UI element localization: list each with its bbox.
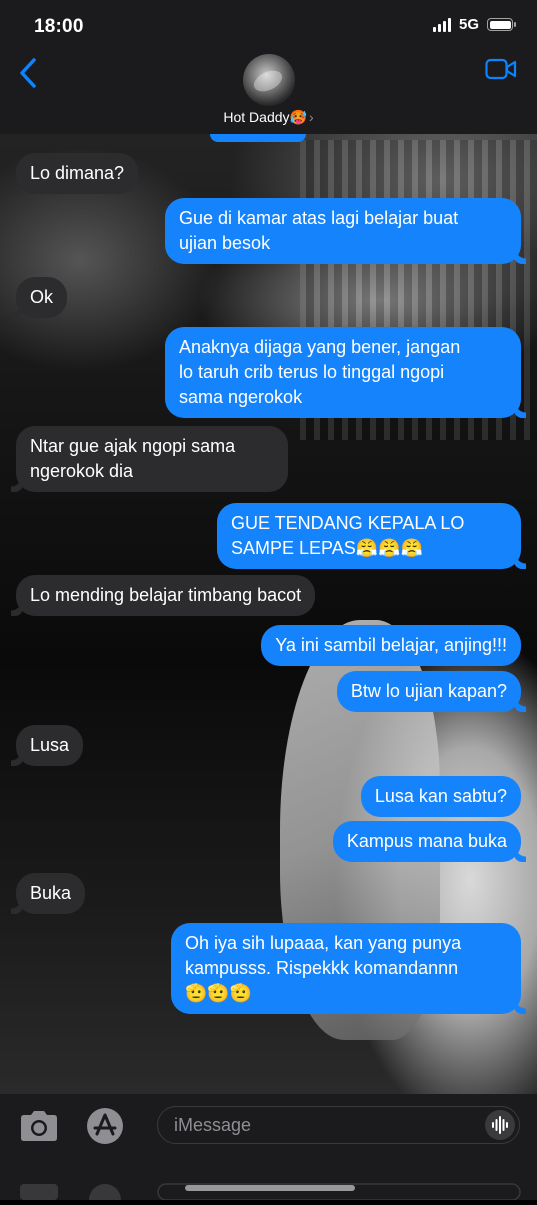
- battery-icon: [487, 18, 516, 31]
- imessage-field[interactable]: [157, 1106, 520, 1144]
- message-incoming[interactable]: Lo dimana?: [10, 153, 139, 194]
- network-type: 5G: [458, 16, 479, 33]
- message-outgoing[interactable]: Oh iya sih lupaaa, kan yang punya kampus…: [171, 923, 526, 1014]
- contact-name-button[interactable]: Hot Daddy🥵 ›: [0, 109, 537, 126]
- back-chevron-icon: [20, 58, 36, 88]
- contact-name: Hot Daddy🥵: [223, 109, 307, 125]
- contact-avatar[interactable]: [243, 54, 295, 106]
- message-incoming[interactable]: Ok: [10, 277, 68, 318]
- camera-icon: [21, 1111, 57, 1141]
- message-outgoing[interactable]: Gue di kamar atas lagi belajar buat ujia…: [165, 198, 526, 264]
- home-indicator[interactable]: [185, 1185, 355, 1191]
- app-store-icon: [87, 1108, 123, 1144]
- message-incoming[interactable]: Buka: [10, 873, 86, 914]
- message-outgoing[interactable]: Lusa kan sabtu?: [360, 776, 521, 817]
- message-outgoing[interactable]: Btw lo ujian kapan?: [336, 671, 527, 712]
- chevron-right-icon: ›: [308, 109, 314, 125]
- conversation-header: 18:00 5G Hot Daddy🥵 ›: [0, 0, 537, 134]
- facetime-video-button[interactable]: [485, 58, 517, 80]
- app-store-button[interactable]: [85, 1106, 125, 1146]
- status-indicators: 5G: [432, 16, 516, 33]
- back-button[interactable]: [14, 56, 44, 90]
- audio-message-button[interactable]: [485, 1110, 515, 1140]
- previous-message-peek: [210, 134, 306, 142]
- message-outgoing[interactable]: GUE TENDANG KEPALA LO SAMPE LEPAS😤😤😤: [217, 503, 526, 569]
- message-incoming[interactable]: Lusa: [10, 725, 84, 766]
- imessage-input[interactable]: [172, 1107, 476, 1144]
- message-outgoing[interactable]: Ya ini sambil belajar, anjing!!!: [261, 625, 521, 666]
- message-outgoing[interactable]: Kampus mana buka: [332, 821, 527, 862]
- video-camera-icon: [485, 58, 517, 80]
- status-time: 18:00: [34, 16, 84, 37]
- cellular-signal-icon: [432, 17, 451, 32]
- audio-waveform-icon: [492, 1116, 508, 1134]
- message-incoming[interactable]: Ntar gue ajak ngopi sama ngerokok dia: [11, 426, 288, 492]
- message-outgoing[interactable]: Anaknya dijaga yang bener, jangan lo tar…: [165, 327, 526, 418]
- camera-button[interactable]: [18, 1110, 60, 1142]
- message-incoming[interactable]: Lo mending belajar timbang bacot: [10, 575, 316, 616]
